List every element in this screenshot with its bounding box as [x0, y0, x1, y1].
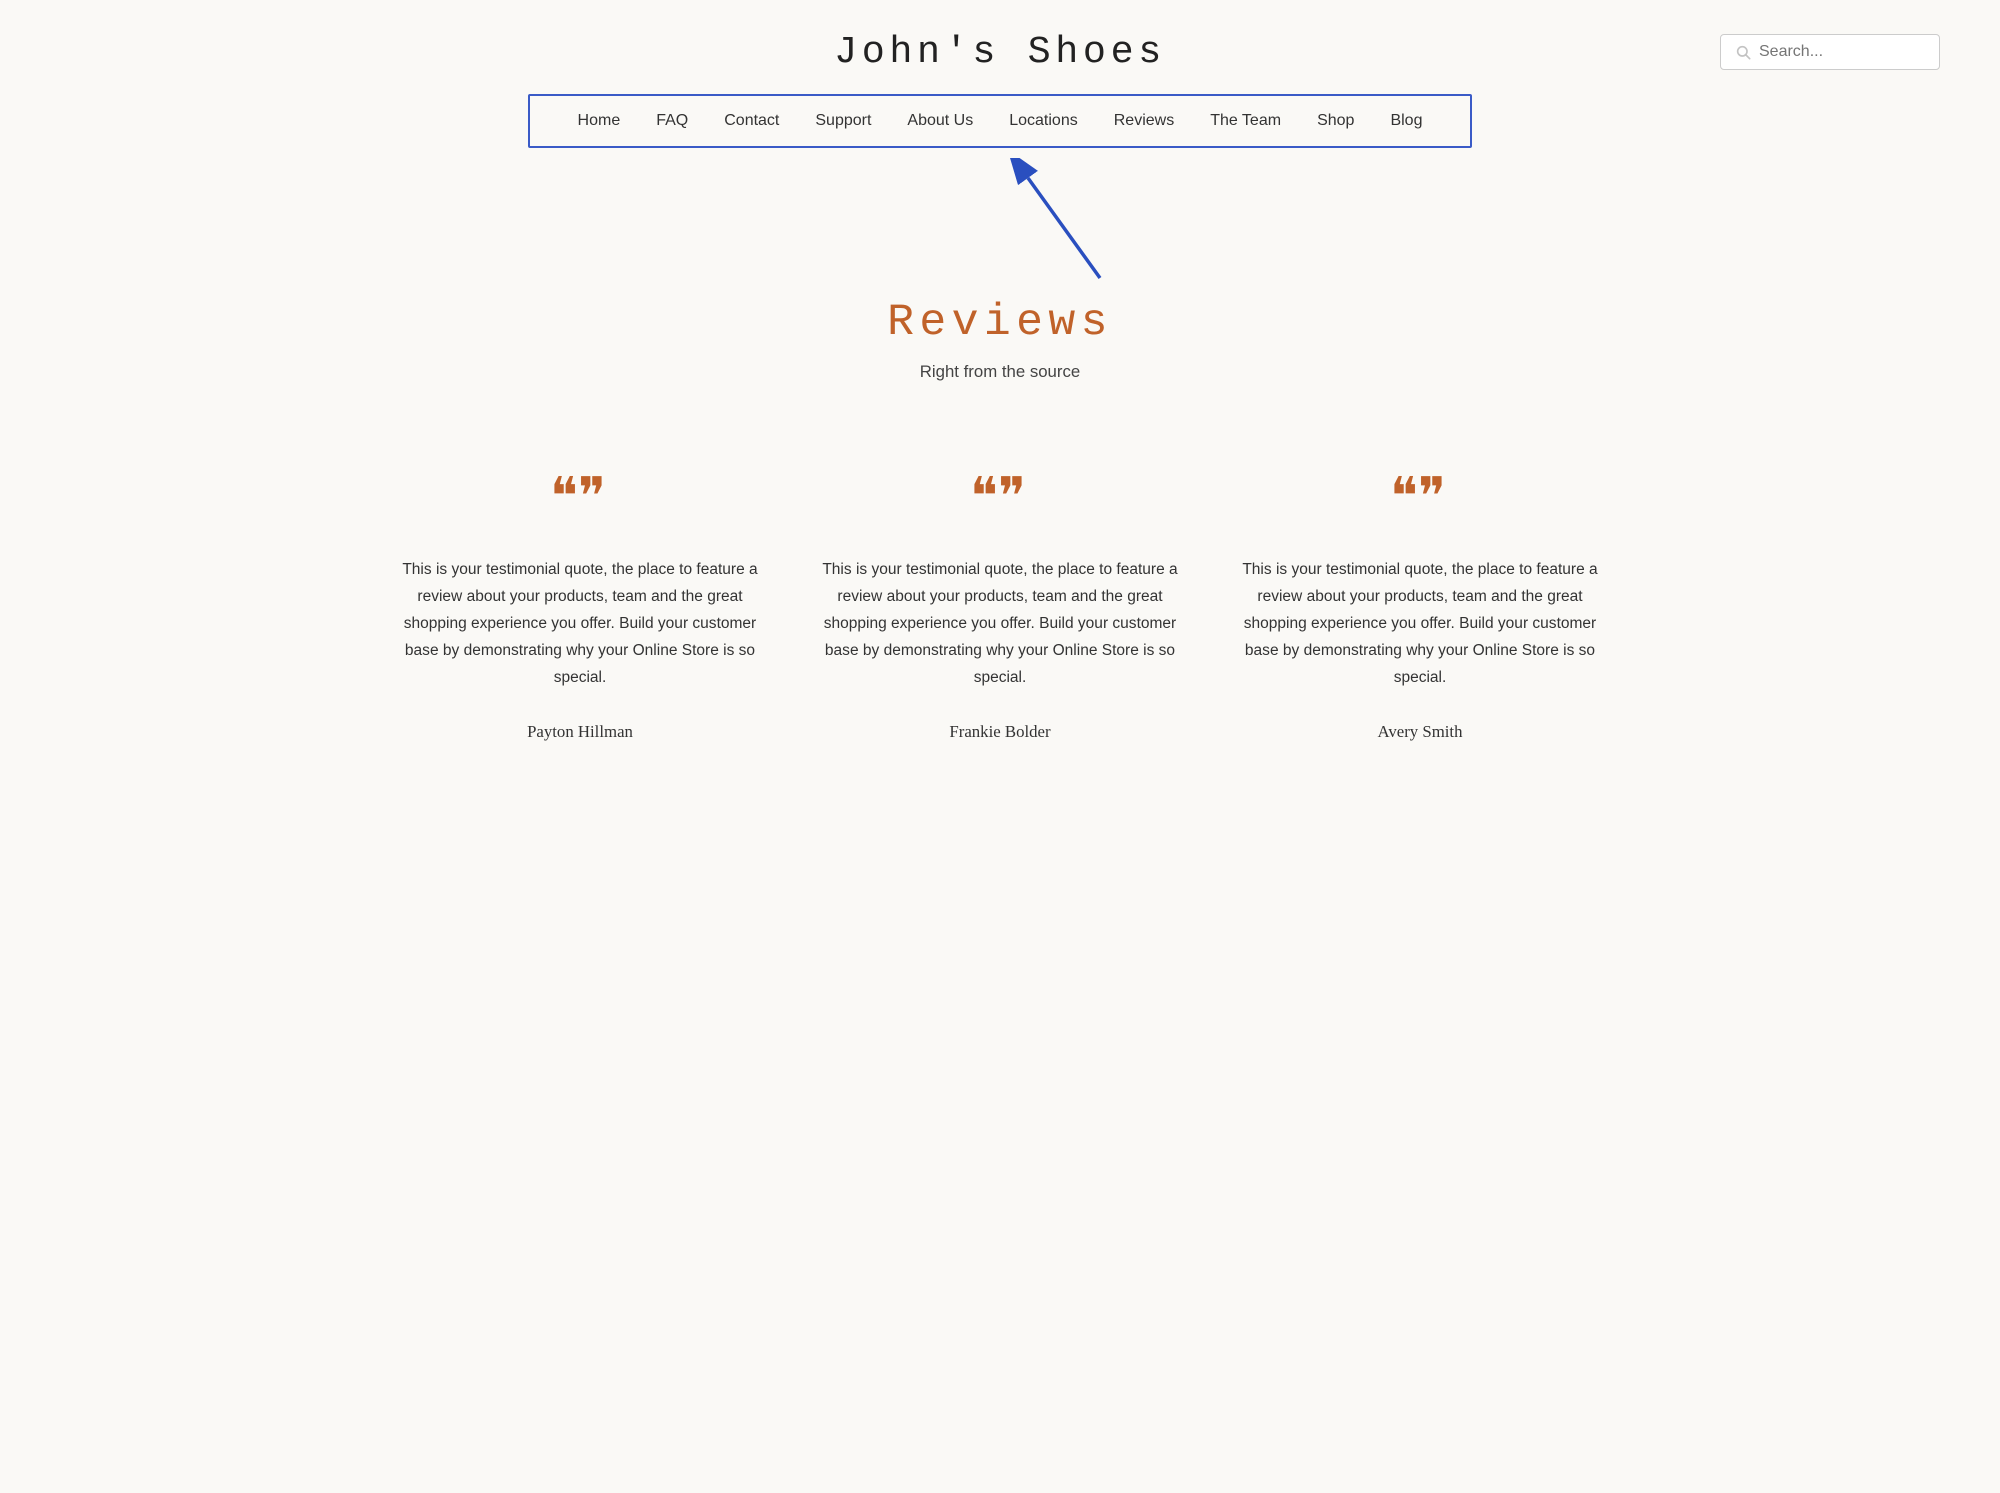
- nav-item-support[interactable]: Support: [797, 106, 889, 136]
- reviewer-name-2: Frankie Bolder: [949, 722, 1050, 742]
- svg-text:❝❞: ❝❞: [970, 472, 1026, 518]
- arrow-annotation: [0, 158, 2000, 278]
- reviewer-name-1: Payton Hillman: [527, 722, 633, 742]
- nav-item-home[interactable]: Home: [560, 106, 639, 136]
- nav-bar: Home FAQ Contact Support About Us Locati…: [528, 94, 1473, 148]
- arrow-icon: [1010, 158, 1130, 288]
- nav-item-faq[interactable]: FAQ: [638, 106, 706, 136]
- nav-item-locations[interactable]: Locations: [991, 106, 1096, 136]
- testimonial-text-1: This is your testimonial quote, the plac…: [400, 556, 760, 692]
- nav-item-contact[interactable]: Contact: [706, 106, 797, 136]
- svg-text:❝❞: ❝❞: [1390, 472, 1446, 518]
- testimonial-text-3: This is your testimonial quote, the plac…: [1240, 556, 1600, 692]
- nav-item-about[interactable]: About Us: [889, 106, 991, 136]
- quote-icon-2: ❝❞: [970, 472, 1030, 526]
- reviews-subtitle: Right from the source: [60, 362, 1940, 382]
- testimonial-card-1: ❝❞ This is your testimonial quote, the p…: [400, 472, 760, 742]
- reviews-section: Reviews Right from the source: [0, 278, 2000, 422]
- svg-text:❝❞: ❝❞: [550, 472, 606, 518]
- header: John's Shoes: [0, 0, 2000, 94]
- testimonial-card-3: ❝❞ This is your testimonial quote, the p…: [1240, 472, 1600, 742]
- reviews-heading: Reviews: [60, 298, 1940, 348]
- nav-wrapper: Home FAQ Contact Support About Us Locati…: [0, 94, 2000, 168]
- reviewer-name-3: Avery Smith: [1378, 722, 1463, 742]
- search-icon: [1735, 44, 1751, 60]
- testimonial-card-2: ❝❞ This is your testimonial quote, the p…: [820, 472, 1180, 742]
- search-input[interactable]: [1759, 43, 1925, 61]
- nav-item-blog[interactable]: Blog: [1372, 106, 1440, 136]
- quote-icon-1: ❝❞: [550, 472, 610, 526]
- nav-item-reviews[interactable]: Reviews: [1096, 106, 1192, 136]
- search-box[interactable]: [1720, 34, 1940, 70]
- quote-icon-3: ❝❞: [1390, 472, 1450, 526]
- testimonials-wrapper: ❝❞ This is your testimonial quote, the p…: [300, 422, 1700, 802]
- nav-item-team[interactable]: The Team: [1192, 106, 1299, 136]
- testimonial-text-2: This is your testimonial quote, the plac…: [820, 556, 1180, 692]
- site-title: John's Shoes: [60, 30, 1940, 74]
- nav-item-shop[interactable]: Shop: [1299, 106, 1372, 136]
